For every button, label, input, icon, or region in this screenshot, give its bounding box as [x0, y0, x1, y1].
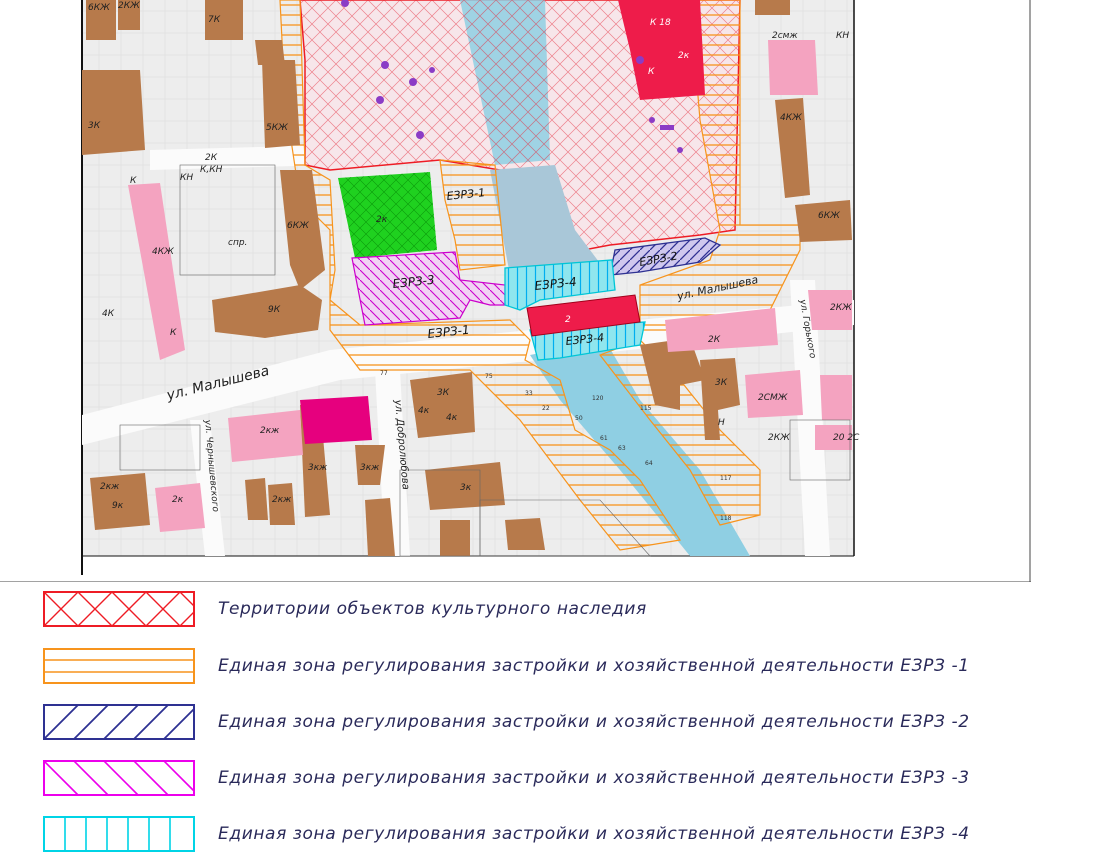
svg-text:7К: 7К: [208, 15, 221, 25]
svg-text:9к: 9к: [112, 501, 124, 511]
legend-item-ezrz1: Единая зона регулирования застройки и хо…: [43, 648, 1103, 686]
legend-item-ezrz2: Единая зона регулирования застройки и хо…: [43, 704, 1103, 742]
svg-text:2: 2: [565, 315, 571, 325]
legend-label-heritage: Территории объектов культурного наследия: [218, 599, 647, 619]
svg-text:2К: 2К: [708, 335, 721, 345]
svg-text:2КЖ: 2КЖ: [768, 433, 790, 443]
svg-text:22: 22: [542, 405, 550, 412]
svg-text:9К: 9К: [268, 305, 281, 315]
svg-text:2к: 2к: [376, 215, 388, 225]
svg-text:75: 75: [485, 373, 493, 380]
svg-text:2кж: 2кж: [260, 426, 280, 436]
svg-text:118: 118: [720, 515, 732, 522]
svg-text:К: К: [648, 67, 655, 77]
svg-text:5КЖ: 5КЖ: [266, 123, 288, 133]
map-frame: 120 115 50 61 63 64 117 118 22 33 75 77 ул. Малы…: [0, 0, 1031, 582]
svg-text:КН: КН: [180, 173, 193, 183]
svg-text:4КЖ: 4КЖ: [152, 247, 174, 257]
svg-text:К 18: К 18: [650, 18, 671, 28]
legend-label-ezrz2: Единая зона регулирования застройки и хо…: [218, 712, 970, 732]
svg-text:2кж: 2кж: [100, 482, 120, 492]
legend-label-ezrz1: Единая зона регулирования застройки и хо…: [218, 656, 970, 676]
svg-text:6КЖ: 6КЖ: [287, 221, 309, 231]
svg-text:6КЖ: 6КЖ: [88, 3, 110, 13]
svg-text:К: К: [130, 176, 137, 186]
svg-text:2КЖ: 2КЖ: [830, 303, 852, 313]
ezrz3-swatch-icon: [43, 760, 195, 796]
svg-text:2смж: 2смж: [772, 31, 798, 41]
legend-label-ezrz4: Единая зона регулирования застройки и хо…: [218, 824, 970, 844]
svg-text:115: 115: [640, 405, 652, 412]
legend-item-ezrz3: Единая зона регулирования застройки и хо…: [43, 760, 1103, 798]
ezrz4-swatch-icon: [43, 816, 195, 852]
svg-text:2кж: 2кж: [272, 495, 292, 505]
svg-text:К: К: [170, 328, 177, 338]
svg-text:77: 77: [380, 370, 388, 377]
zoning-map[interactable]: 12011550 616364 11711822 337577 ул. Малы…: [0, 0, 1031, 582]
svg-text:2К: 2К: [205, 153, 218, 163]
svg-text:33: 33: [525, 390, 533, 397]
svg-text:117: 117: [720, 475, 732, 482]
svg-text:61: 61: [600, 435, 608, 442]
heritage-swatch-icon: [43, 591, 195, 627]
svg-text:3к: 3к: [460, 483, 472, 493]
svg-text:2к: 2к: [678, 51, 690, 61]
svg-text:3кж: 3кж: [360, 463, 380, 473]
ezrz2-swatch-icon: [43, 704, 195, 740]
green-area: [338, 172, 437, 258]
svg-text:3К: 3К: [715, 378, 728, 388]
svg-text:3кж: 3кж: [308, 463, 328, 473]
svg-text:4к: 4к: [446, 413, 458, 423]
svg-text:2к: 2к: [172, 495, 184, 505]
heritage-building-magenta: [300, 396, 372, 444]
svg-text:120: 120: [592, 395, 604, 402]
svg-text:спр.: спр.: [228, 238, 247, 248]
svg-text:6КЖ: 6КЖ: [818, 211, 840, 221]
legend-label-ezrz3: Единая зона регулирования застройки и хо…: [218, 768, 970, 788]
ezrz1-swatch-icon: [43, 648, 195, 684]
legend-item-heritage: Территории объектов культурного наследия: [43, 591, 1103, 629]
svg-text:Н: Н: [718, 418, 725, 428]
svg-text:4К: 4К: [102, 309, 115, 319]
svg-text:4КЖ: 4КЖ: [780, 113, 802, 123]
svg-text:3К: 3К: [437, 388, 450, 398]
svg-text:50: 50: [575, 415, 583, 422]
svg-text:3К: 3К: [88, 121, 101, 131]
svg-text:КН: КН: [836, 31, 849, 41]
svg-text:4к: 4к: [418, 406, 430, 416]
svg-text:63: 63: [618, 445, 626, 452]
svg-text:2СМЖ: 2СМЖ: [758, 393, 788, 403]
svg-text:64: 64: [645, 460, 653, 467]
svg-text:20 2С: 20 2С: [833, 433, 860, 443]
svg-text:2КЖ: 2КЖ: [118, 1, 140, 11]
legend-item-ezrz4: Единая зона регулирования застройки и хо…: [43, 816, 1103, 854]
svg-text:К,КН: К,КН: [200, 165, 223, 175]
